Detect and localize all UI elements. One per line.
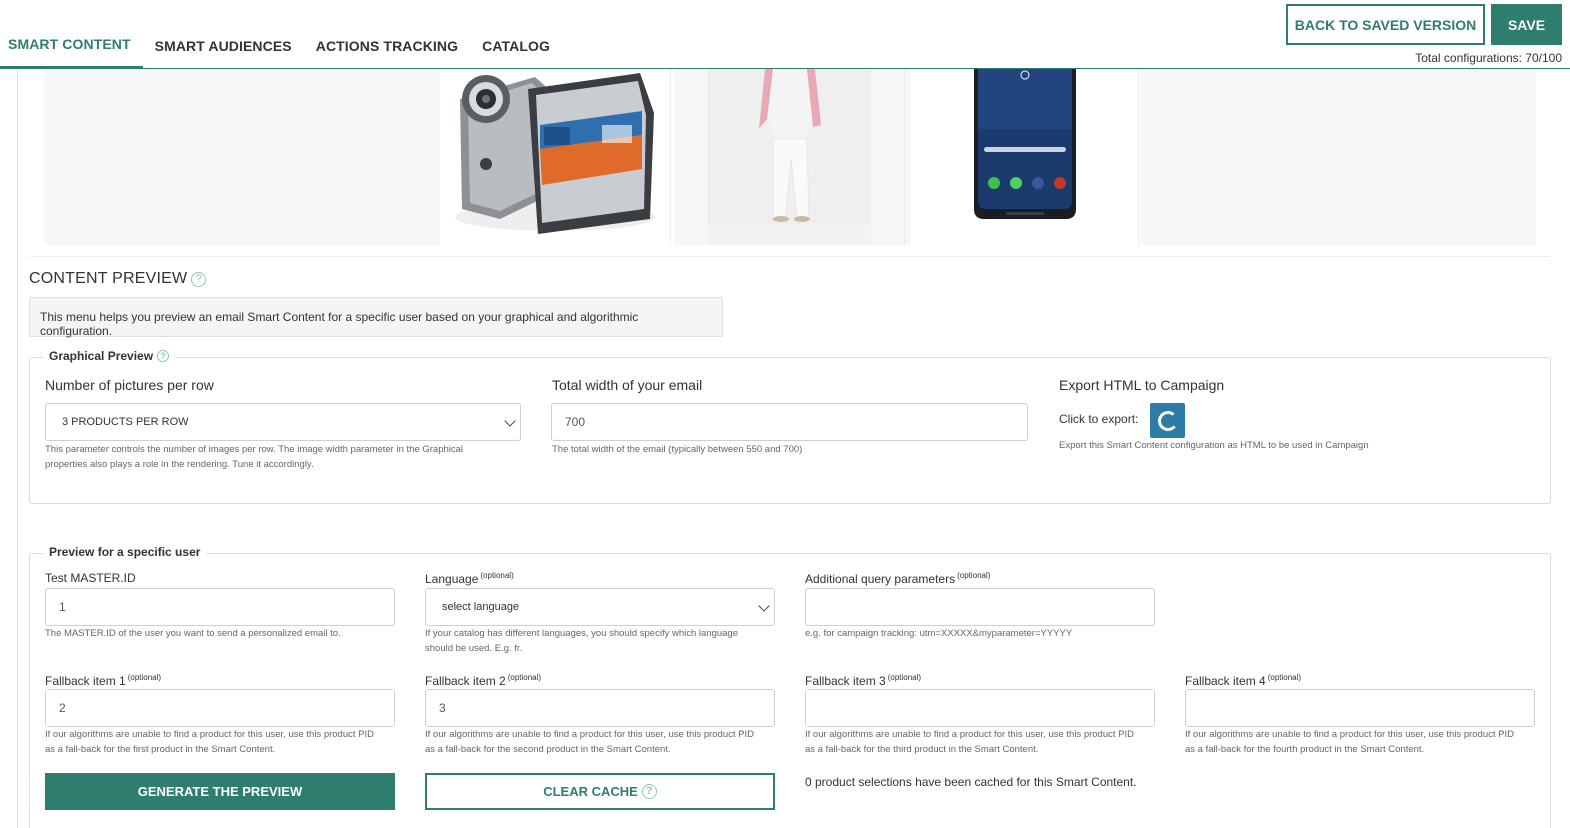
help-icon[interactable]: ? (191, 272, 207, 287)
hint-line: If our algorithms are unable to find a p… (805, 729, 1134, 740)
fallback-item-3-hint: If our algorithms are unable to find a p… (805, 727, 1134, 757)
click-to-export-label: Click to export: (1059, 412, 1139, 426)
export-html-label: Export HTML to Campaign (1059, 377, 1225, 393)
query-params-label: Additional query parameters (optional) (805, 571, 990, 586)
back-to-saved-version-button[interactable]: BACK TO SAVED VERSION (1286, 4, 1485, 45)
divider (670, 69, 671, 245)
help-icon[interactable]: ? (641, 784, 657, 799)
fallback-item-2-hint: If our algorithms are unable to find a p… (425, 727, 754, 757)
chevron-down-icon (758, 600, 770, 612)
language-select[interactable]: select language (425, 588, 775, 626)
fallback-item-3-input[interactable] (805, 689, 1155, 727)
query-params-label-text: Additional query parameters (805, 572, 956, 586)
pictures-per-row-value: 3 PRODUCTS PER ROW (62, 416, 189, 428)
optional-tag: (optional) (957, 571, 991, 580)
fallback-item-1-hint: If our algorithms are unable to find a p… (45, 727, 374, 757)
hint-line: If our algorithms are unable to find a p… (425, 729, 754, 740)
email-width-label: Total width of your email (552, 377, 703, 393)
divider (1138, 69, 1139, 245)
camcorder-image (440, 69, 674, 245)
user-preview-legend: Preview for a specific user (43, 545, 207, 559)
total-configurations: Total configurations: 70/100 (1415, 51, 1562, 65)
fallback-item-3-label-text: Fallback item 3 (805, 674, 886, 688)
fashion-model-image (707, 69, 871, 224)
smartphone-image (910, 69, 1140, 245)
master-id-label: Test MASTER.ID (45, 571, 136, 585)
optional-tag: (optional) (127, 673, 162, 682)
hint-line: as a fall-back for the third product in … (805, 744, 1039, 755)
content-preview-title-text: CONTENT PREVIEW (29, 270, 188, 287)
hint-line: as a fall-back for the fourth product in… (1185, 744, 1425, 755)
tab-smart-audiences[interactable]: SMART AUDIENCES (143, 0, 304, 69)
product-preview-strip (44, 69, 1536, 245)
fallback-item-3-label: Fallback item 3 (optional) (805, 673, 921, 688)
chevron-down-icon (504, 415, 516, 427)
email-width-hint: The total width of the email (typically … (552, 444, 803, 455)
optional-tag: (optional) (480, 571, 514, 580)
tab-actions-tracking[interactable]: ACTIONS TRACKING (304, 0, 470, 69)
pictures-per-row-label: Number of pictures per row (45, 377, 214, 393)
master-id-input[interactable]: 1 (45, 588, 395, 626)
help-icon[interactable]: ? (157, 350, 170, 362)
optional-tag: (optional) (887, 673, 922, 682)
optional-tag: (optional) (1267, 673, 1302, 682)
language-hint: If your catalog has different languages,… (425, 626, 738, 656)
fallback-item-2-label-text: Fallback item 2 (425, 674, 506, 688)
product-cell (910, 69, 1140, 245)
hint-line: If your catalog has different languages,… (425, 628, 739, 639)
hint-line: properties also plays a role in the rend… (45, 459, 314, 470)
email-width-input[interactable]: 700 (551, 403, 1028, 441)
fallback-item-2-label: Fallback item 2 (optional) (425, 673, 541, 688)
cache-status-text: 0 product selections have been cached fo… (805, 775, 1137, 789)
campaign-export-icon[interactable] (1150, 403, 1185, 438)
query-params-hint: e.g. for campaign tracking: utm=XXXXX&my… (805, 628, 1073, 639)
optional-tag: (optional) (507, 673, 542, 682)
content-preview-title: CONTENT PREVIEW? (29, 270, 207, 288)
clear-cache-label: CLEAR CACHE (543, 784, 638, 799)
product-cell (707, 69, 871, 245)
fallback-item-1-label-text: Fallback item 1 (45, 674, 126, 688)
fallback-item-1-input[interactable]: 2 (45, 689, 395, 727)
hint-line: This parameter controls the number of im… (45, 444, 464, 455)
pictures-per-row-hint: This parameter controls the number of im… (45, 442, 463, 472)
export-hint: Export this Smart Content configuration … (1059, 440, 1369, 451)
divider (904, 69, 905, 245)
product-cell (440, 69, 674, 245)
fallback-item-4-label-text: Fallback item 4 (1185, 674, 1266, 688)
fallback-item-2-input[interactable]: 3 (425, 689, 775, 727)
fallback-item-1-label: Fallback item 1 (optional) (45, 673, 161, 688)
hint-line: as a fall-back for the second product in… (425, 744, 671, 755)
content-preview-info: This menu helps you preview an email Sma… (29, 297, 723, 338)
fallback-item-4-label: Fallback item 4 (optional) (1185, 673, 1301, 688)
top-navigation: SMART CONTENT SMART AUDIENCES ACTIONS TR… (0, 0, 1570, 69)
graphical-preview-legend-text: Graphical Preview (49, 349, 154, 363)
content-frame-border (17, 69, 18, 828)
pictures-per-row-select[interactable]: 3 PRODUCTS PER ROW (45, 403, 521, 441)
language-label-text: Language (425, 572, 479, 586)
query-params-input[interactable] (805, 588, 1155, 626)
clear-cache-button[interactable]: CLEAR CACHE? (425, 773, 775, 810)
language-label: Language (optional) (425, 571, 514, 586)
hint-line: should be used. E.g. fr. (425, 643, 523, 654)
fallback-item-4-input[interactable] (1185, 689, 1535, 727)
campaign-logo-icon (1156, 409, 1179, 432)
master-id-hint: The MASTER.ID of the user you want to se… (45, 628, 341, 639)
tab-bar: SMART CONTENT SMART AUDIENCES ACTIONS TR… (0, 0, 562, 69)
tab-smart-content[interactable]: SMART CONTENT (0, 0, 143, 69)
language-value: select language (442, 601, 520, 613)
save-button[interactable]: SAVE (1491, 4, 1562, 45)
graphical-preview-legend: Graphical Preview? (43, 349, 176, 363)
fallback-item-4-hint: If our algorithms are unable to find a p… (1185, 727, 1514, 757)
tab-catalog[interactable]: CATALOG (470, 0, 562, 69)
hint-line: If our algorithms are unable to find a p… (45, 729, 374, 740)
generate-preview-button[interactable]: GENERATE THE PREVIEW (45, 773, 395, 810)
hint-line: as a fall-back for the first product in … (45, 744, 276, 755)
divider (30, 256, 1550, 257)
hint-line: If our algorithms are unable to find a p… (1185, 729, 1514, 740)
